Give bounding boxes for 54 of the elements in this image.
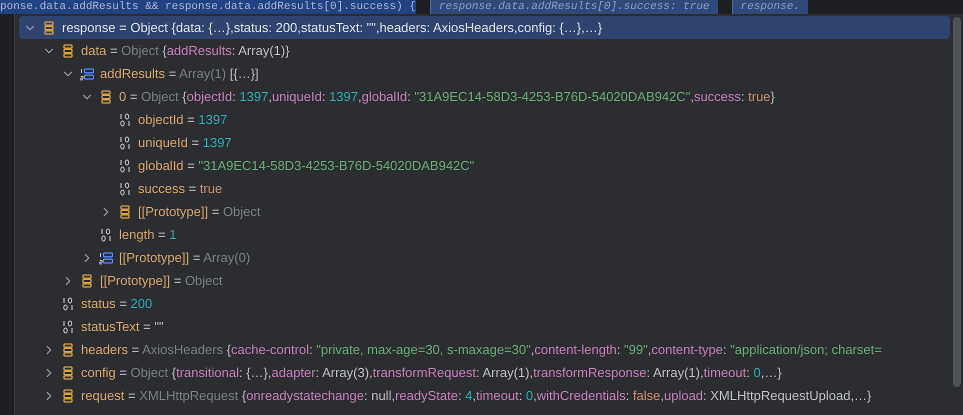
variable-text: response = Object {data: {…},status: 200,statusText: "",headers: AxiosHeaders,config: {…},…}: [62, 20, 602, 35]
object-icon: [99, 90, 113, 104]
variable-row[interactable]: [[Prototype]] = Object: [19, 200, 950, 223]
variable-row[interactable]: success = true: [19, 177, 950, 200]
variable-row[interactable]: statusText = "": [19, 315, 950, 338]
variable-text: length = 1: [119, 227, 176, 242]
variable-row[interactable]: globalId = "31A9EC14-58D3-4253-B76D-54020DAB942C": [19, 154, 950, 177]
variable-row[interactable]: request = XMLHttpRequest {onreadystatechange: null,readyState: 4,timeout: 0,withCredentials: false,upload: XMLHttpRequestUpload,…}: [19, 384, 950, 407]
variable-row[interactable]: response = Object {data: {…},status: 200,statusText: "",headers: AxiosHeaders,config: {…},…}: [19, 16, 950, 39]
variable-text: [[Prototype]] = Array(0): [119, 250, 250, 265]
variable-text: statusText = "": [81, 319, 164, 334]
binary-icon: [118, 136, 132, 150]
inline-value-hint: response.data.addResults[0].success: true: [430, 0, 718, 14]
variable-text: 0 = Object {objectId: 1397,uniqueId: 1397,globalId: "31A9EC14-58D3-4253-B76D-54020DAB942C",success: true}: [119, 89, 775, 104]
variable-row[interactable]: config = Object {transitional: {…},adapter: Array(3),transformRequest: Array(1),transformResponse: Array(1),timeout: 0,…}: [19, 361, 950, 384]
object-icon: [80, 274, 94, 288]
scrollbar-thumb[interactable]: [953, 17, 961, 387]
object-icon: [118, 204, 132, 218]
variable-text: headers = AxiosHeaders {cache-control: "private, max-age=30, s-maxage=30",content-length: "99",content-type: "application/json; charset=: [81, 342, 882, 357]
variable-row[interactable]: data = Object {addResults: Array(1)}: [19, 39, 950, 62]
variable-text: uniqueId = 1397: [138, 135, 232, 150]
variable-row[interactable]: 0 = Object {objectId: 1397,uniqueId: 1397,globalId: "31A9EC14-58D3-4253-B76D-54020DAB942C",success: true}: [19, 85, 950, 108]
variable-row[interactable]: headers = AxiosHeaders {cache-control: "private, max-age=30, s-maxage=30",content-length: "99",content-type: "application/json; charset=: [19, 338, 950, 361]
object-icon: [61, 388, 75, 402]
binary-icon: [61, 296, 75, 310]
binary-icon: [118, 182, 132, 196]
variable-row[interactable]: status = 200: [19, 292, 950, 315]
variable-row[interactable]: [[Prototype]] = Array(0): [19, 246, 950, 269]
variable-row[interactable]: [[Prototype]] = Object: [19, 269, 950, 292]
variable-text: success = true: [138, 181, 222, 196]
variable-text: request = XMLHttpRequest {onreadystatechange: null,readyState: 4,timeout: 0,withCredentials: false,upload: XMLHttpRequestUpload,…}: [81, 388, 872, 403]
variable-row[interactable]: uniqueId = 1397: [19, 131, 950, 154]
object-icon: [61, 342, 75, 356]
variable-row[interactable]: length = 1: [19, 223, 950, 246]
object-icon: [42, 20, 56, 34]
variable-text: addResults = Array(1) [{…}]: [100, 66, 259, 81]
variable-row[interactable]: addResults = Array(1) [{…}]: [19, 62, 950, 85]
variable-text: status = 200: [81, 296, 152, 311]
object-icon: [61, 366, 75, 380]
binary-icon: [118, 112, 132, 126]
binary-icon: [99, 228, 113, 242]
object-icon: [61, 44, 75, 58]
variable-text: data = Object {addResults: Array(1)}: [81, 43, 290, 58]
variable-text: [[Prototype]] = Object: [100, 273, 223, 288]
variable-text: [[Prototype]] = Object: [138, 204, 261, 219]
binary-icon: [61, 320, 75, 334]
variable-text: config = Object {transitional: {…},adapter: Array(3),transformRequest: Array(1),transformResponse: Array(1),timeout: 0,…}: [81, 365, 782, 380]
variable-row[interactable]: objectId = 1397: [19, 108, 950, 131]
inline-value-hint: response.: [732, 0, 808, 14]
variable-text: objectId = 1397: [138, 112, 228, 127]
array-icon: [99, 250, 113, 264]
binary-icon: [118, 158, 132, 172]
array-icon: [80, 66, 94, 80]
variable-text: globalId = "31A9EC14-58D3-4253-B76D-54020DAB942C": [138, 158, 474, 173]
